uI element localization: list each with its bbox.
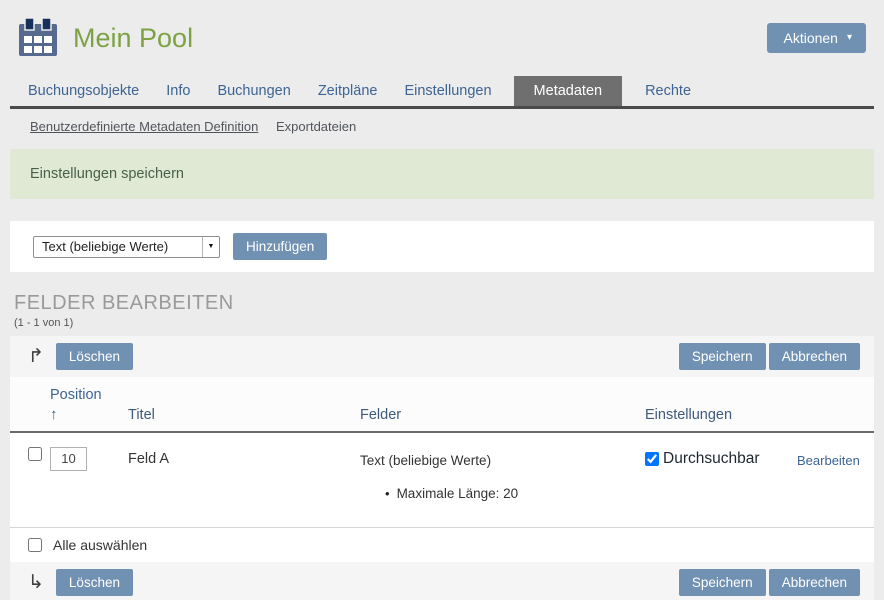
- select-all-label: Alle auswählen: [53, 537, 147, 553]
- row-position-cell: [50, 447, 128, 471]
- row-select-checkbox[interactable]: [28, 447, 42, 461]
- calendar-icon: [16, 16, 60, 60]
- save-settings-message-bar[interactable]: Einstellungen speichern: [10, 149, 874, 199]
- subnav-metadaten-definition[interactable]: Benutzerdefinierte Metadaten Definition: [30, 119, 258, 134]
- page-title: Mein Pool: [73, 23, 193, 54]
- actions-button[interactable]: Aktionen ▾: [767, 23, 866, 53]
- tab-buchungen[interactable]: Buchungen: [217, 76, 290, 106]
- sort-ascending-icon[interactable]: ↑: [50, 406, 128, 423]
- cancel-button-top[interactable]: Abbrechen: [769, 343, 860, 370]
- tab-rechte[interactable]: Rechte: [645, 76, 691, 106]
- cancel-button-bottom[interactable]: Abbrechen: [769, 569, 860, 596]
- add-field-row: Text (beliebige Werte) ▼ Hinzufügen: [10, 221, 874, 272]
- select-all-checkbox[interactable]: [28, 538, 42, 552]
- chevron-down-icon: ▼: [202, 237, 219, 257]
- arrow-down-right-icon: ↳: [28, 573, 44, 592]
- column-header-titel: Titel: [128, 407, 360, 424]
- field-detail: • Maximale Länge: 20: [360, 486, 645, 501]
- save-button-top[interactable]: Speichern: [679, 343, 766, 370]
- fields-table: ↱ Löschen Speichern Abbrechen Position ↑…: [10, 336, 874, 600]
- table-toolbar-bottom: ↳ Löschen Speichern Abbrechen: [10, 562, 874, 600]
- tab-info[interactable]: Info: [166, 76, 190, 106]
- edit-link[interactable]: Bearbeiten: [797, 447, 860, 468]
- arrow-up-right-icon: ↱: [28, 347, 44, 366]
- bullet-icon: •: [385, 486, 390, 501]
- table-header-row: Position ↑ Titel Felder Einstellungen: [10, 377, 874, 433]
- position-sort-link[interactable]: Position: [50, 386, 128, 406]
- page-header: Mein Pool Aktionen ▾: [0, 0, 884, 60]
- tab-einstellungen[interactable]: Einstellungen: [404, 76, 491, 106]
- column-header-einstellungen: Einstellungen: [645, 407, 797, 424]
- field-type-select[interactable]: Text (beliebige Werte) ▼: [33, 236, 220, 258]
- tab-metadaten[interactable]: Metadaten: [514, 76, 623, 106]
- column-header-felder: Felder: [360, 407, 645, 424]
- actions-button-label: Aktionen: [783, 30, 837, 46]
- column-header-position[interactable]: Position ↑: [50, 386, 128, 424]
- result-count-top: (1 - 1 von 1): [14, 317, 884, 329]
- caret-down-icon: ▾: [847, 33, 852, 43]
- tab-buchungsobjekte[interactable]: Buchungsobjekte: [28, 76, 139, 106]
- add-button[interactable]: Hinzufügen: [233, 233, 327, 260]
- delete-button-bottom[interactable]: Löschen: [56, 569, 133, 596]
- tab-zeitplaene[interactable]: Zeitpläne: [318, 76, 378, 106]
- row-field-info: Text (beliebige Werte) • Maximale Länge:…: [360, 447, 645, 501]
- position-input[interactable]: [50, 447, 87, 471]
- row-settings-cell: Durchsuchbar: [645, 447, 797, 468]
- searchable-checkbox[interactable]: [645, 452, 659, 466]
- save-button-bottom[interactable]: Speichern: [679, 569, 766, 596]
- field-type-select-value: Text (beliebige Werte): [42, 239, 168, 254]
- sub-navigation: Benutzerdefinierte Metadaten Definition …: [10, 119, 874, 134]
- table-toolbar-top: ↱ Löschen Speichern Abbrechen: [10, 336, 874, 377]
- select-all-row: Alle auswählen: [10, 527, 874, 562]
- searchable-label: Durchsuchbar: [663, 450, 760, 468]
- field-detail-text: Maximale Länge: 20: [397, 486, 519, 501]
- delete-button-top[interactable]: Löschen: [56, 343, 133, 370]
- table-row: Feld A Text (beliebige Werte) • Maximale…: [10, 433, 874, 527]
- subnav-exportdateien[interactable]: Exportdateien: [276, 119, 356, 134]
- field-type-text: Text (beliebige Werte): [360, 453, 491, 468]
- row-checkbox-cell: [28, 447, 50, 466]
- row-title: Feld A: [128, 447, 360, 467]
- tab-bar: Buchungsobjekte Info Buchungen Zeitpläne…: [10, 76, 874, 109]
- section-title: FELDER BEARBEITEN: [14, 292, 884, 315]
